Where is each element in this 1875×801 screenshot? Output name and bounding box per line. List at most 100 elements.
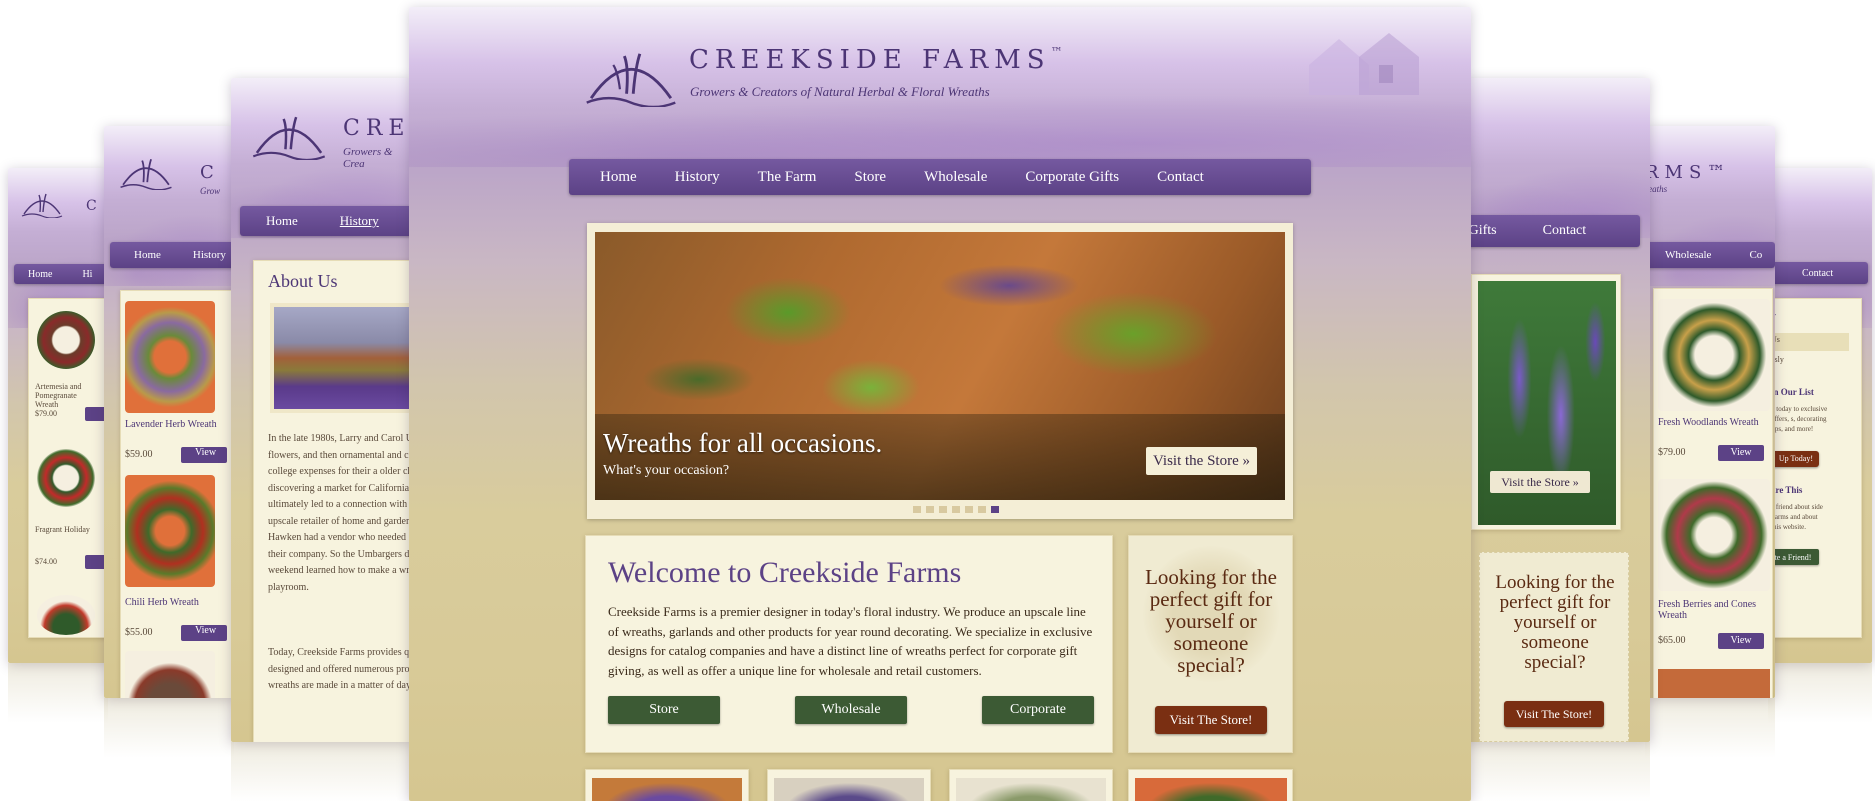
brand-fragment: C: [86, 198, 103, 214]
wreath-image: [37, 311, 95, 369]
wreath-image: [125, 301, 215, 413]
hero-frame: Wreaths for all occasions. What's your o…: [587, 223, 1293, 519]
brand-fragment: C: [200, 162, 220, 183]
wholesale-button[interactable]: Wholesale: [795, 696, 907, 724]
signup-button[interactable]: Up Today!: [1768, 451, 1819, 467]
nav-bar: Wholesale Co: [1645, 242, 1775, 268]
brand-fragment: CREE: [343, 116, 411, 141]
nav-contact[interactable]: Contact: [1802, 268, 1833, 279]
product-thumb[interactable]: [585, 769, 749, 801]
brand-name: Creekside Farms: [689, 45, 1051, 75]
hero-visit-store-button[interactable]: Visit the Store »: [1146, 447, 1257, 475]
reflection: [8, 663, 108, 723]
welcome-body: Creekside Farms is a premier designer in…: [608, 604, 1093, 678]
product-price: $59.00: [125, 449, 153, 460]
nav-home[interactable]: Home: [134, 249, 161, 261]
view-button[interactable]: View: [1718, 445, 1764, 461]
barn-illustration: [1309, 33, 1419, 95]
main-nav: Home History The Farm Store Wholesale Co…: [569, 159, 1311, 195]
nav-the-farm[interactable]: The Farm: [758, 169, 817, 186]
sidebar-link-box: [1769, 333, 1849, 351]
product-panel: Lavender Herb Wreath $59.00 View Chili H…: [120, 290, 234, 698]
product-name: Fresh Woodlands Wreath: [1658, 417, 1759, 428]
product-thumb[interactable]: [767, 769, 931, 801]
slider-dots: [913, 506, 999, 513]
gift-text: Looking for the perfect gift for yoursel…: [1495, 572, 1615, 673]
reflection: [1645, 698, 1775, 758]
gift-store-button[interactable]: Visit The Store!: [1155, 706, 1267, 734]
wreath-image: [125, 475, 215, 587]
screen-main: Creekside Farms™ Growers & Creators of N…: [409, 7, 1471, 801]
nav-store[interactable]: Store: [854, 169, 886, 186]
product-price: $65.00: [1658, 635, 1686, 646]
product-image: [1135, 778, 1287, 801]
slider-dot[interactable]: [939, 506, 947, 513]
view-button[interactable]: View: [1718, 633, 1764, 649]
slider-dot[interactable]: [913, 506, 921, 513]
nav-wholesale[interactable]: Wholesale: [1665, 249, 1711, 261]
nav-corporate[interactable]: Co: [1749, 249, 1762, 261]
about-title: About Us: [268, 271, 338, 291]
hero-subtitle: What's your occasion?: [603, 463, 730, 478]
brand-fragment: RMS™: [1645, 162, 1732, 183]
wreath-image: [125, 651, 215, 698]
reflection: [1768, 663, 1872, 723]
view-button[interactable]: View: [181, 447, 227, 463]
slider-dot[interactable]: [965, 506, 973, 513]
gift-box: Looking for the perfect gift for yoursel…: [1128, 535, 1293, 753]
gift-box: Looking for the perfect gift for yoursel…: [1479, 552, 1629, 742]
share-heading: are This: [1771, 485, 1803, 495]
wreath-image: [1658, 479, 1770, 591]
visit-store-button[interactable]: Visit the Store »: [1490, 471, 1590, 493]
nav-home[interactable]: Home: [28, 269, 52, 280]
product-price: $79.00: [1658, 447, 1686, 458]
screen-far-right: Contact y Us esly in Our List n today to…: [1768, 168, 1872, 663]
corporate-button[interactable]: Corporate: [982, 696, 1094, 724]
lavender-logo-icon: [586, 53, 676, 107]
nav-history[interactable]: Hi: [82, 269, 92, 280]
store-button[interactable]: Store: [608, 696, 720, 724]
wreath-image: [37, 449, 95, 507]
tell-friend-button[interactable]: te a Friend!: [1768, 549, 1819, 565]
product-name: Lavender Herb Wreath: [125, 419, 217, 430]
gift-store-button[interactable]: Visit The Store!: [1504, 701, 1604, 727]
nav-history[interactable]: History: [675, 169, 720, 186]
tagline-fragment: Grow: [200, 186, 221, 196]
nav-history[interactable]: History: [340, 213, 379, 229]
reflection: [231, 742, 411, 801]
brand-title: Creekside Farms™: [689, 45, 1063, 75]
screen-far-left: C Home Hi Artemesia and Pomegranate Wrea…: [8, 168, 108, 663]
nav-contact[interactable]: Contact: [1543, 223, 1587, 239]
farm-photo: [270, 303, 411, 413]
product-name: Fresh Berries and Cones Wreath: [1658, 599, 1757, 621]
product-price: $79.00: [35, 409, 57, 418]
reflection: [1465, 742, 1650, 801]
nav-home[interactable]: Home: [266, 213, 298, 229]
product-panel: Artemesia and Pomegranate Wreath $79.00 …: [28, 298, 108, 638]
product-thumb[interactable]: [1128, 769, 1293, 801]
product-image: [592, 778, 742, 801]
product-panel: Fresh Woodlands Wreath $79.00 View Fresh…: [1653, 288, 1773, 698]
nav-home[interactable]: Home: [600, 169, 637, 186]
nav-corporate-gifts[interactable]: Corporate Gifts: [1025, 169, 1119, 186]
nav-wholesale[interactable]: Wholesale: [924, 169, 987, 186]
trademark: ™: [1050, 45, 1063, 59]
lavender-logo-icon: [120, 158, 172, 190]
product-thumb[interactable]: [949, 769, 1113, 801]
slider-dot[interactable]: [978, 506, 986, 513]
product-name: Artemesia and Pomegranate Wreath: [35, 382, 82, 409]
view-button[interactable]: View: [181, 625, 227, 641]
wreath-image: [37, 595, 95, 635]
hero-title: Wreaths for all occasions.: [603, 428, 883, 458]
slider-dot[interactable]: [926, 506, 934, 513]
gift-text: Looking for the perfect gift for yoursel…: [1145, 565, 1277, 678]
nav-contact[interactable]: Contact: [1157, 169, 1204, 186]
slider-dot[interactable]: [952, 506, 960, 513]
slider-dot-active[interactable]: [991, 506, 999, 513]
lavender-card: Visit the Store »: [1471, 274, 1621, 530]
nav-history[interactable]: History: [193, 249, 226, 261]
hero-image: Wreaths for all occasions. What's your o…: [595, 232, 1285, 500]
about-paragraph-2: Today, Creekside Farms provides q design…: [268, 647, 411, 691]
sidebar-panel: y Us esly in Our List n today to exclusi…: [1768, 298, 1862, 638]
screen-right-3: te Gifts Contact Visit the Store » Looki…: [1465, 78, 1650, 742]
